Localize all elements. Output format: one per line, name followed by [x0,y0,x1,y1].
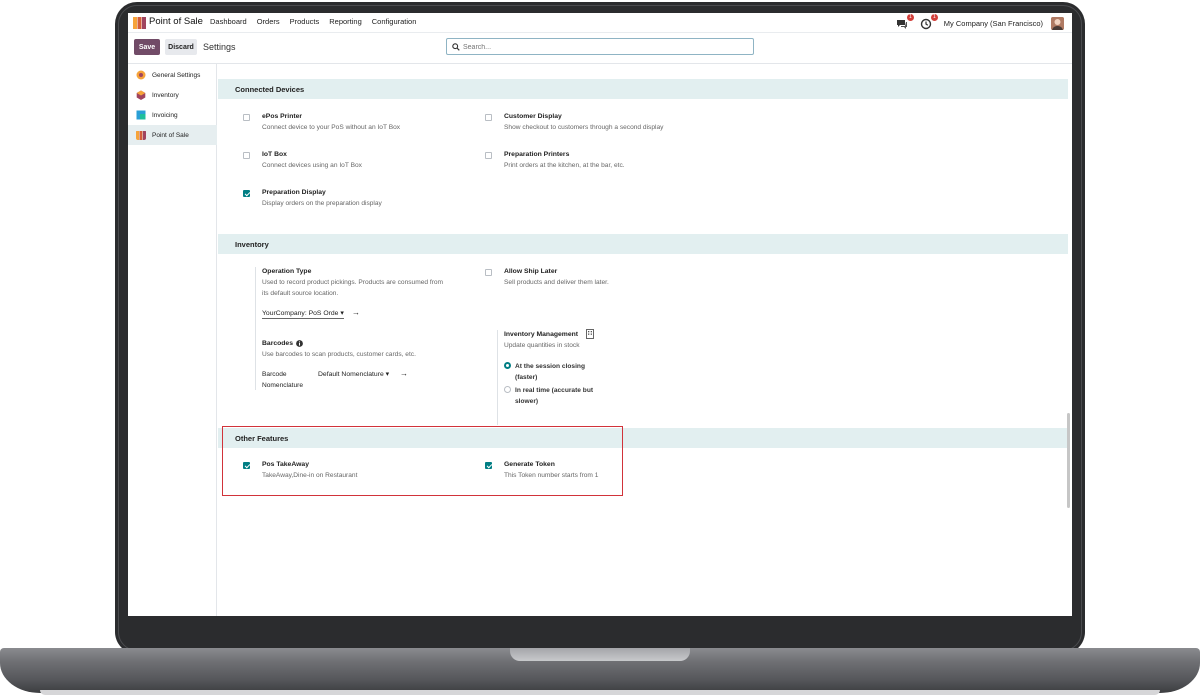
ship-later-title: Allow Ship Later [504,268,558,275]
barcodes-desc: Use barcodes to scan products, customer … [262,351,416,358]
sidebar-item-label: Inventory [152,91,179,99]
ship-later-checkbox[interactable] [485,269,492,276]
sidebar-item-general-settings[interactable]: General Settings [128,65,217,85]
barcode-nomenclature-label: Barcode [262,371,287,378]
operation-type-select[interactable]: YourCompany: PoS Orde ▾ [262,309,344,319]
menu-reporting[interactable]: Reporting [329,17,362,26]
iot-box-checkbox[interactable] [243,152,250,159]
inventory-management-title: Inventory Management [504,331,579,338]
navbar-right: 1 1 My Company (San Francisco) [896,13,1072,33]
sidebar-item-label: Point of Sale [152,131,189,139]
screen: Point of Sale Dashboard Orders Products … [128,13,1072,616]
iot-box-title: IoT Box [262,151,287,158]
section-inventory: Inventory [218,234,1068,254]
epos-printer-checkbox[interactable] [243,114,250,121]
app-name[interactable]: Point of Sale [149,16,203,27]
user-avatar[interactable] [1051,16,1064,30]
activity-badge: 1 [931,14,938,21]
sidebar-item-point-of-sale[interactable]: Point of Sale [128,125,217,145]
radio-session-closing-label: At the session closing [515,363,585,370]
main-menu: Dashboard Orders Products Reporting Conf… [210,17,426,26]
chat-icon[interactable]: 1 [896,14,914,29]
sidebar-item-inventory[interactable]: Inventory [128,85,217,105]
sidebar-item-invoicing[interactable]: Invoicing [128,105,217,125]
operation-type-arrow-icon[interactable]: → [352,308,360,317]
search-input[interactable] [463,41,743,53]
sidebar-item-label: Invoicing [152,111,178,119]
radio-real-time-label-2: slower) [515,398,539,405]
inventory-management-desc: Update quantities in stock [504,342,580,349]
scrollbar[interactable] [1067,413,1070,508]
menu-products[interactable]: Products [290,17,320,26]
pos-app-icon[interactable] [133,16,146,29]
epos-printer-desc: Connect device to your PoS without an Io… [262,124,401,131]
section-title: Connected Devices [235,85,305,94]
section-title: Inventory [235,240,269,249]
ship-later-desc: Sell products and deliver them later. [504,279,609,286]
customer-display-desc: Show checkout to customers through a sec… [504,124,664,131]
search-box[interactable] [446,38,754,55]
barcode-nomenclature-value: Default Nomenclature [318,371,384,378]
epos-printer-title: ePos Printer [262,113,303,120]
radio-real-time-label: In real time (accurate but [515,387,594,394]
radio-session-closing-label-2: (faster) [515,374,538,381]
company-switcher[interactable]: My Company (San Francisco) [944,19,1043,28]
save-button[interactable]: Save [134,39,160,55]
divider [255,267,256,390]
preparation-printers-title: Preparation Printers [504,151,570,158]
general-settings-icon [136,70,146,80]
preparation-display-desc: Display orders on the preparation displa… [262,200,382,207]
highlight-box [222,426,623,496]
laptop-foot [40,690,1160,695]
point-of-sale-icon [136,131,146,140]
activity-clock-icon[interactable]: 1 [920,14,938,30]
menu-dashboard[interactable]: Dashboard [210,17,247,26]
building-icon [586,329,594,339]
settings-sidebar: General Settings Inventory Invoicing Poi… [128,64,217,616]
divider [497,330,498,425]
sidebar-item-label: General Settings [152,71,201,79]
customer-display-checkbox[interactable] [485,114,492,121]
search-icon [452,43,460,51]
menu-configuration[interactable]: Configuration [372,17,417,26]
radio-session-closing[interactable] [504,362,511,369]
page-title: Settings [203,42,236,52]
invoicing-icon [136,110,146,120]
barcode-nomenclature-arrow-icon[interactable]: → [400,369,408,378]
control-panel: Save Discard Settings [128,34,1072,64]
info-icon[interactable] [296,340,303,347]
top-navbar: Point of Sale Dashboard Orders Products … [128,13,1072,33]
laptop-notch [510,648,690,661]
barcode-nomenclature-select[interactable]: Default Nomenclature ▾ [318,370,389,379]
operation-type-value: YourCompany: PoS Orde [262,310,339,317]
customer-display-title: Customer Display [504,113,562,120]
menu-orders[interactable]: Orders [257,17,280,26]
preparation-display-title: Preparation Display [262,189,326,196]
discard-button[interactable]: Discard [165,39,197,55]
operation-type-desc-2: its default source location. [262,290,339,297]
radio-real-time[interactable] [504,386,511,393]
barcode-nomenclature-label-2: Nomenclature [262,382,304,389]
inventory-icon [136,90,146,100]
preparation-printers-desc: Print orders at the kitchen, at the bar,… [504,162,625,169]
chat-badge: 1 [907,14,914,21]
section-connected-devices: Connected Devices [218,79,1068,99]
operation-type-desc: Used to record product pickings. Product… [262,279,444,286]
operation-type-title: Operation Type [262,268,312,275]
preparation-display-checkbox[interactable] [243,190,250,197]
settings-content: Connected Devices ePos Printer Connect d… [218,64,1068,616]
iot-box-desc: Connect devices using an IoT Box [262,162,362,169]
preparation-printers-checkbox[interactable] [485,152,492,159]
barcodes-title: Barcodes [262,340,293,347]
